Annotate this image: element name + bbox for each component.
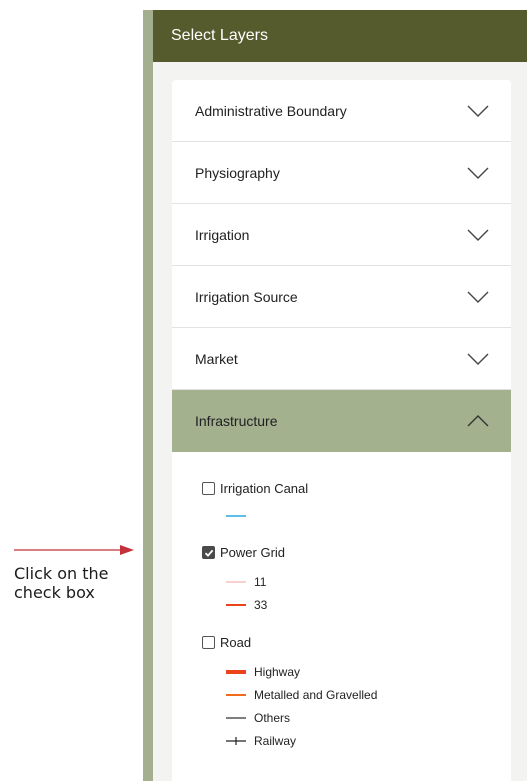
layer-irrigation-canal: Irrigation Canal xyxy=(202,481,308,496)
legend-label: 33 xyxy=(254,598,268,612)
canal-line-symbol xyxy=(226,515,246,517)
legend-item: Others xyxy=(226,711,290,725)
side-strip xyxy=(143,10,153,781)
accordion-item-physiography[interactable]: Physiography xyxy=(172,142,511,204)
accordion-item-label: Irrigation xyxy=(195,226,250,243)
accordion-item-irrigation[interactable]: Irrigation xyxy=(172,204,511,266)
line-symbol xyxy=(226,694,246,696)
line-symbol xyxy=(226,717,246,719)
accordion-item-irrigation-source[interactable]: Irrigation Source xyxy=(172,266,511,328)
accordion-item-market[interactable]: Market xyxy=(172,328,511,390)
layer-accordion: Administrative Boundary Physiography Irr… xyxy=(172,80,511,781)
chevron-up-icon xyxy=(467,415,489,427)
legend-item: Highway xyxy=(226,665,300,679)
checkmark-icon xyxy=(204,549,213,557)
line-symbol xyxy=(226,604,246,606)
infrastructure-panel-body: Irrigation Canal Power Grid 11 33 Road H… xyxy=(172,452,511,781)
legend-label: Others xyxy=(254,711,291,725)
legend-item xyxy=(226,513,246,519)
accordion-item-label: Irrigation Source xyxy=(195,288,298,305)
annotation-arrow xyxy=(14,545,134,555)
accordion-item-label: Infrastructure xyxy=(195,413,278,429)
layer-power-grid: Power Grid xyxy=(202,545,285,560)
chevron-down-icon xyxy=(467,105,489,117)
chevron-down-icon xyxy=(467,167,489,179)
chevron-down-icon xyxy=(467,291,489,303)
legend-item: Metalled and Gravelled xyxy=(226,688,377,702)
layer-road: Road xyxy=(202,635,251,650)
legend-label: 11 xyxy=(254,575,267,589)
line-symbol xyxy=(226,581,246,583)
legend-item: Railway xyxy=(226,734,296,748)
road-checkbox[interactable] xyxy=(202,636,215,649)
panel-title: Select Layers xyxy=(153,10,527,62)
accordion-item-label: Physiography xyxy=(195,164,280,181)
annotation-text: Click on the check box xyxy=(14,564,109,602)
legend-label: Metalled and Gravelled xyxy=(254,688,378,702)
legend-item: 33 xyxy=(226,598,267,612)
legend-label: Highway xyxy=(254,665,301,679)
chevron-down-icon xyxy=(467,353,489,365)
legend-label: Railway xyxy=(254,734,297,748)
accordion-item-label: Administrative Boundary xyxy=(195,102,347,119)
layers-panel: Select Layers Administrative Boundary Ph… xyxy=(153,10,527,781)
chevron-down-icon xyxy=(467,229,489,241)
accordion-item-label: Market xyxy=(195,350,238,367)
layer-label: Road xyxy=(220,635,252,650)
accordion-item-administrative-boundary[interactable]: Administrative Boundary xyxy=(172,80,511,142)
railway-symbol xyxy=(226,737,246,745)
legend-item: 11 xyxy=(226,575,266,589)
layer-label: Power Grid xyxy=(220,545,286,560)
power-grid-checkbox[interactable] xyxy=(202,546,215,559)
accordion-item-infrastructure[interactable]: Infrastructure xyxy=(172,390,511,452)
line-symbol xyxy=(226,670,246,674)
irrigation-canal-checkbox[interactable] xyxy=(202,482,215,495)
layer-label: Irrigation Canal xyxy=(220,481,309,496)
